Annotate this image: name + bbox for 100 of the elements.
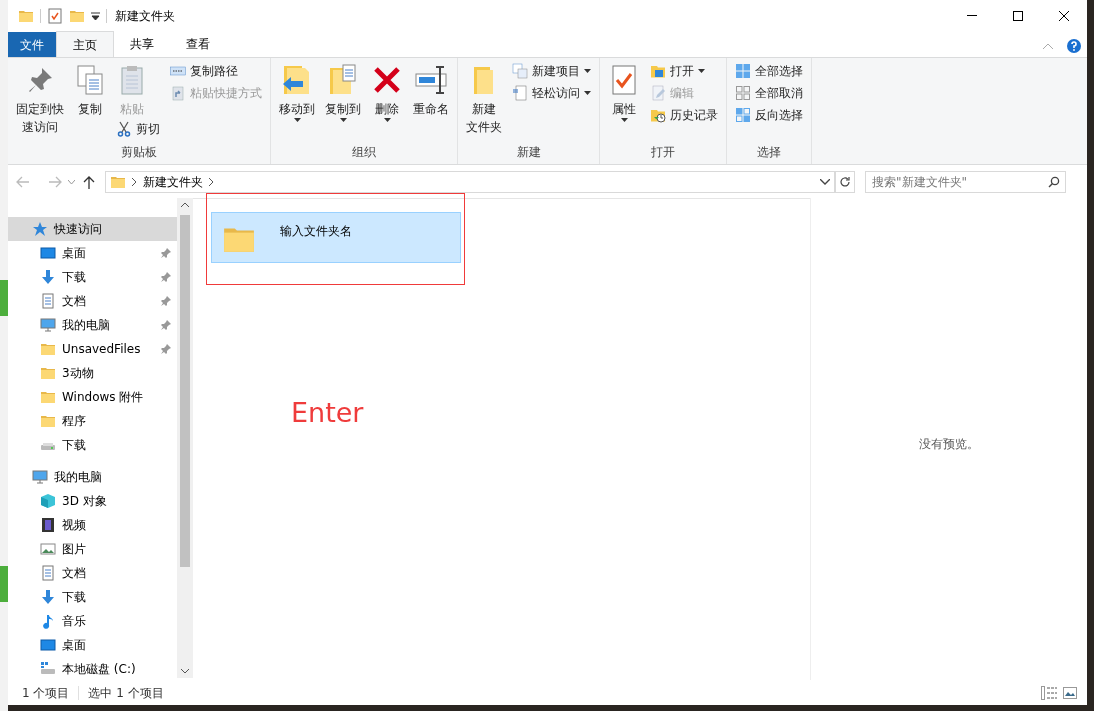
annotation-text: Enter bbox=[291, 396, 364, 430]
image-icon bbox=[40, 541, 56, 557]
refresh-button[interactable] bbox=[835, 170, 855, 193]
folder-icon bbox=[40, 365, 56, 381]
ribbon-button[interactable]: 剪切 bbox=[112, 118, 164, 140]
download-icon bbox=[40, 589, 56, 605]
film-icon bbox=[40, 517, 56, 533]
item-count: 1 个项目 bbox=[22, 684, 70, 702]
address-field[interactable]: 新建文件夹 bbox=[105, 170, 835, 193]
ribbon-button[interactable]: 复制到 bbox=[321, 60, 365, 122]
caret-icon bbox=[698, 69, 705, 73]
select-none-icon bbox=[735, 85, 751, 101]
maximize-icon bbox=[1013, 10, 1023, 21]
ribbon-button[interactable]: 属性 bbox=[604, 60, 644, 122]
group-label: 剪贴板 bbox=[120, 144, 158, 161]
nav-item[interactable]: UnsavedFiles bbox=[8, 337, 177, 361]
ribbon-button[interactable]: 全部取消 bbox=[731, 82, 807, 104]
file-tab[interactable]: 文件 bbox=[8, 32, 56, 57]
ribbon-tab[interactable]: 主页 bbox=[56, 31, 114, 57]
help-icon[interactable] bbox=[1067, 39, 1081, 53]
nav-item[interactable]: 下载 bbox=[8, 265, 177, 289]
nav-item[interactable]: 视频 bbox=[8, 513, 177, 537]
ribbon-button[interactable]: 复制路径 bbox=[166, 60, 242, 82]
download-icon bbox=[40, 269, 56, 285]
ribbon-button[interactable]: 轻松访问 bbox=[508, 82, 595, 104]
desktop-icon bbox=[40, 245, 56, 261]
drive-icon bbox=[40, 661, 56, 677]
nav-item[interactable]: 桌面 bbox=[8, 633, 177, 657]
nav-item[interactable]: 我的电脑 bbox=[8, 465, 177, 489]
folder-document-icon bbox=[327, 64, 359, 96]
preview-message: 没有预览。 bbox=[919, 436, 979, 451]
pin-icon bbox=[161, 320, 171, 330]
details-view-icon[interactable] bbox=[1041, 685, 1057, 700]
nav-item[interactable]: 图片 bbox=[8, 537, 177, 561]
ribbon-button[interactable]: 全部选择 bbox=[731, 60, 807, 82]
open-folder-icon bbox=[650, 63, 666, 79]
scroll-up-icon[interactable] bbox=[181, 202, 189, 207]
ribbon-button[interactable]: 固定到快 速访问 bbox=[12, 60, 68, 136]
caret-icon bbox=[383, 118, 391, 122]
large-icons-view-icon[interactable] bbox=[1063, 686, 1077, 699]
nav-item[interactable]: 我的电脑 bbox=[8, 313, 177, 337]
caret-icon[interactable] bbox=[91, 11, 100, 20]
selection-count: 选中 1 个项目 bbox=[88, 684, 164, 702]
pin-icon bbox=[161, 248, 171, 258]
document-icon bbox=[40, 565, 56, 581]
nav-item[interactable]: 下载 bbox=[8, 433, 177, 457]
star-icon bbox=[32, 221, 48, 237]
folder-icon bbox=[40, 341, 56, 357]
folder-icon bbox=[40, 413, 56, 429]
chevron-icon[interactable] bbox=[209, 177, 214, 186]
caret-icon bbox=[339, 118, 347, 122]
ribbon-button[interactable]: 移动到 bbox=[275, 60, 319, 122]
breadcrumb[interactable]: 新建文件夹 bbox=[143, 172, 203, 191]
history-icon bbox=[650, 107, 666, 123]
search-field[interactable]: 搜索"新建文件夹" bbox=[865, 170, 1066, 193]
pin-icon bbox=[161, 272, 171, 282]
ribbon-tab[interactable]: 查看 bbox=[170, 31, 226, 57]
nav-item[interactable]: 下载 bbox=[8, 585, 177, 609]
properties-icon[interactable] bbox=[47, 7, 63, 24]
rename-icon bbox=[415, 64, 447, 96]
up-icon[interactable] bbox=[83, 174, 95, 189]
ribbon-button[interactable]: 复制 bbox=[70, 60, 110, 118]
nav-item[interactable]: 程序 bbox=[8, 409, 177, 433]
nav-item[interactable]: Windows 附件 bbox=[8, 385, 177, 409]
ribbon-button[interactable]: 反向选择 bbox=[731, 104, 807, 126]
ribbon-button[interactable]: 新建 文件夹 bbox=[462, 60, 506, 136]
group-label: 新建 bbox=[515, 144, 542, 161]
ribbon-tab[interactable]: 共享 bbox=[114, 31, 170, 57]
scroll-down-icon[interactable] bbox=[181, 669, 189, 674]
copy-icon bbox=[74, 64, 106, 96]
window-title: 新建文件夹 bbox=[115, 7, 175, 25]
folder-icon bbox=[40, 389, 56, 405]
nav-item[interactable]: 3D 对象 bbox=[8, 489, 177, 513]
scissors-icon bbox=[116, 121, 132, 137]
nav-item[interactable]: 桌面 bbox=[8, 241, 177, 265]
ribbon-button[interactable]: 打开 bbox=[646, 60, 709, 82]
search-icon bbox=[1048, 175, 1060, 188]
nav-item[interactable]: 快速访问 bbox=[8, 217, 177, 241]
folder-item[interactable]: 输入文件夹名 bbox=[211, 212, 461, 263]
nav-item[interactable]: 本地磁盘 (C:) bbox=[8, 657, 177, 681]
nav-item[interactable]: 文档 bbox=[8, 561, 177, 585]
group-label: 打开 bbox=[650, 144, 676, 161]
nav-item[interactable]: 文档 bbox=[8, 289, 177, 313]
document-icon bbox=[40, 293, 56, 309]
ribbon-button[interactable]: 删除 bbox=[367, 60, 407, 122]
ribbon-button[interactable]: 历史记录 bbox=[646, 104, 722, 126]
ribbon-button[interactable]: 新建项目 bbox=[508, 60, 595, 82]
caret-icon bbox=[584, 91, 591, 95]
select-all-icon bbox=[735, 63, 751, 79]
nav-item[interactable]: 3动物 bbox=[8, 361, 177, 385]
dropdown-icon[interactable] bbox=[820, 178, 830, 185]
close-icon bbox=[1059, 10, 1069, 21]
scrollbar[interactable] bbox=[177, 198, 193, 678]
refresh-icon bbox=[839, 175, 851, 188]
nav-item[interactable]: 音乐 bbox=[8, 609, 177, 633]
invert-selection-icon bbox=[735, 107, 751, 123]
shortcut-icon bbox=[170, 85, 186, 101]
ribbon-button[interactable]: 重命名 bbox=[409, 60, 453, 118]
document-icon bbox=[512, 85, 528, 101]
music-note-icon bbox=[40, 613, 56, 629]
